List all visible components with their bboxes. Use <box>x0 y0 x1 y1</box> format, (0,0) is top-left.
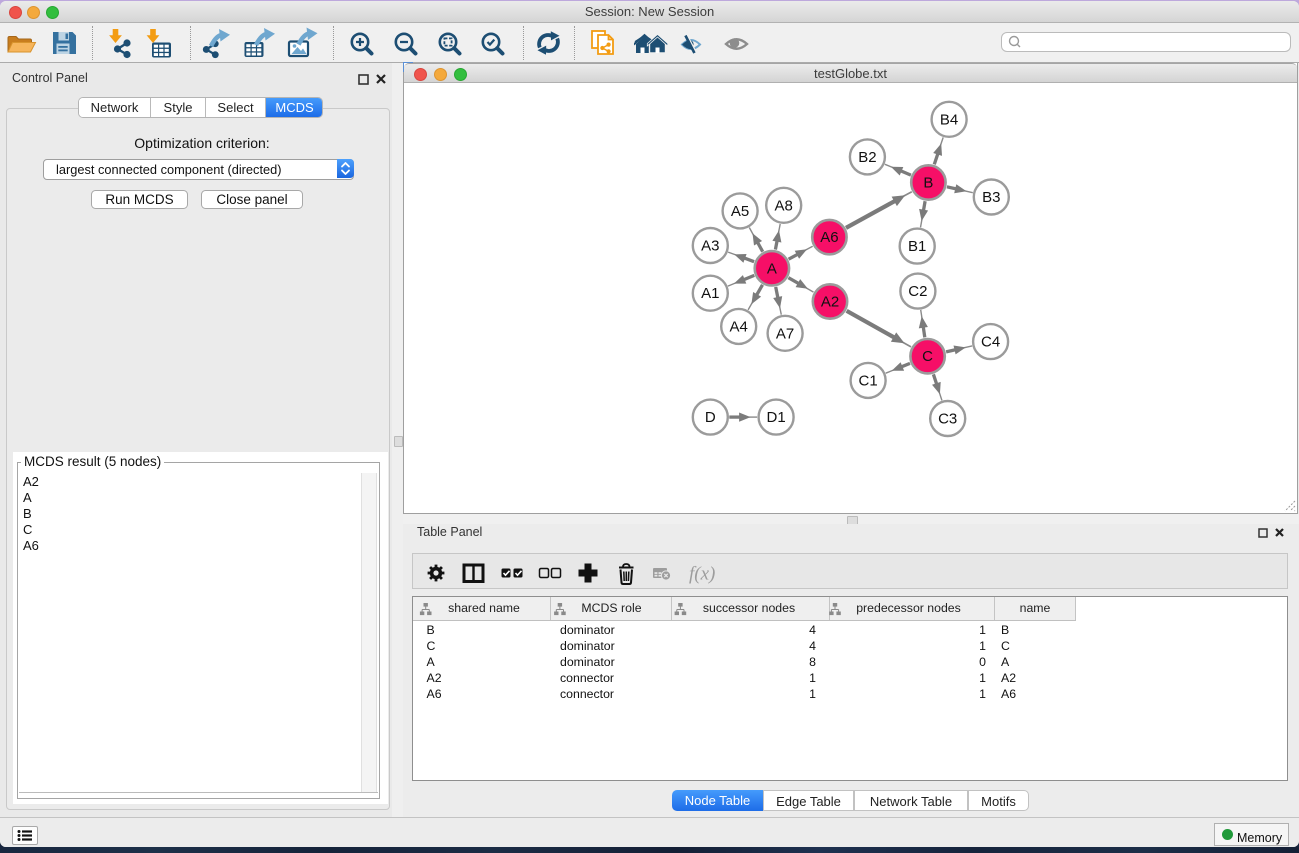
svg-text:B: B <box>923 175 933 192</box>
svg-text:C3: C3 <box>938 411 957 428</box>
svg-text:f(x): f(x) <box>689 564 715 585</box>
svg-text:A5: A5 <box>731 203 749 220</box>
svg-text:C4: C4 <box>981 334 1000 351</box>
svg-text:A8: A8 <box>775 197 793 214</box>
svg-text:C2: C2 <box>908 283 927 300</box>
svg-text:A1: A1 <box>701 285 719 302</box>
svg-text:A3: A3 <box>701 238 719 255</box>
svg-text:A4: A4 <box>730 318 748 335</box>
svg-text:B4: B4 <box>940 111 958 128</box>
svg-text:B3: B3 <box>982 189 1000 206</box>
svg-text:B1: B1 <box>908 238 926 255</box>
svg-text:D1: D1 <box>767 409 786 426</box>
svg-text:A6: A6 <box>820 229 838 246</box>
svg-text:C: C <box>922 348 933 365</box>
svg-text:D: D <box>705 409 716 426</box>
svg-text:A2: A2 <box>821 294 839 311</box>
svg-text:B2: B2 <box>858 149 876 166</box>
svg-text:A7: A7 <box>776 325 794 342</box>
svg-text:A: A <box>767 260 777 277</box>
svg-text:C1: C1 <box>859 372 878 389</box>
